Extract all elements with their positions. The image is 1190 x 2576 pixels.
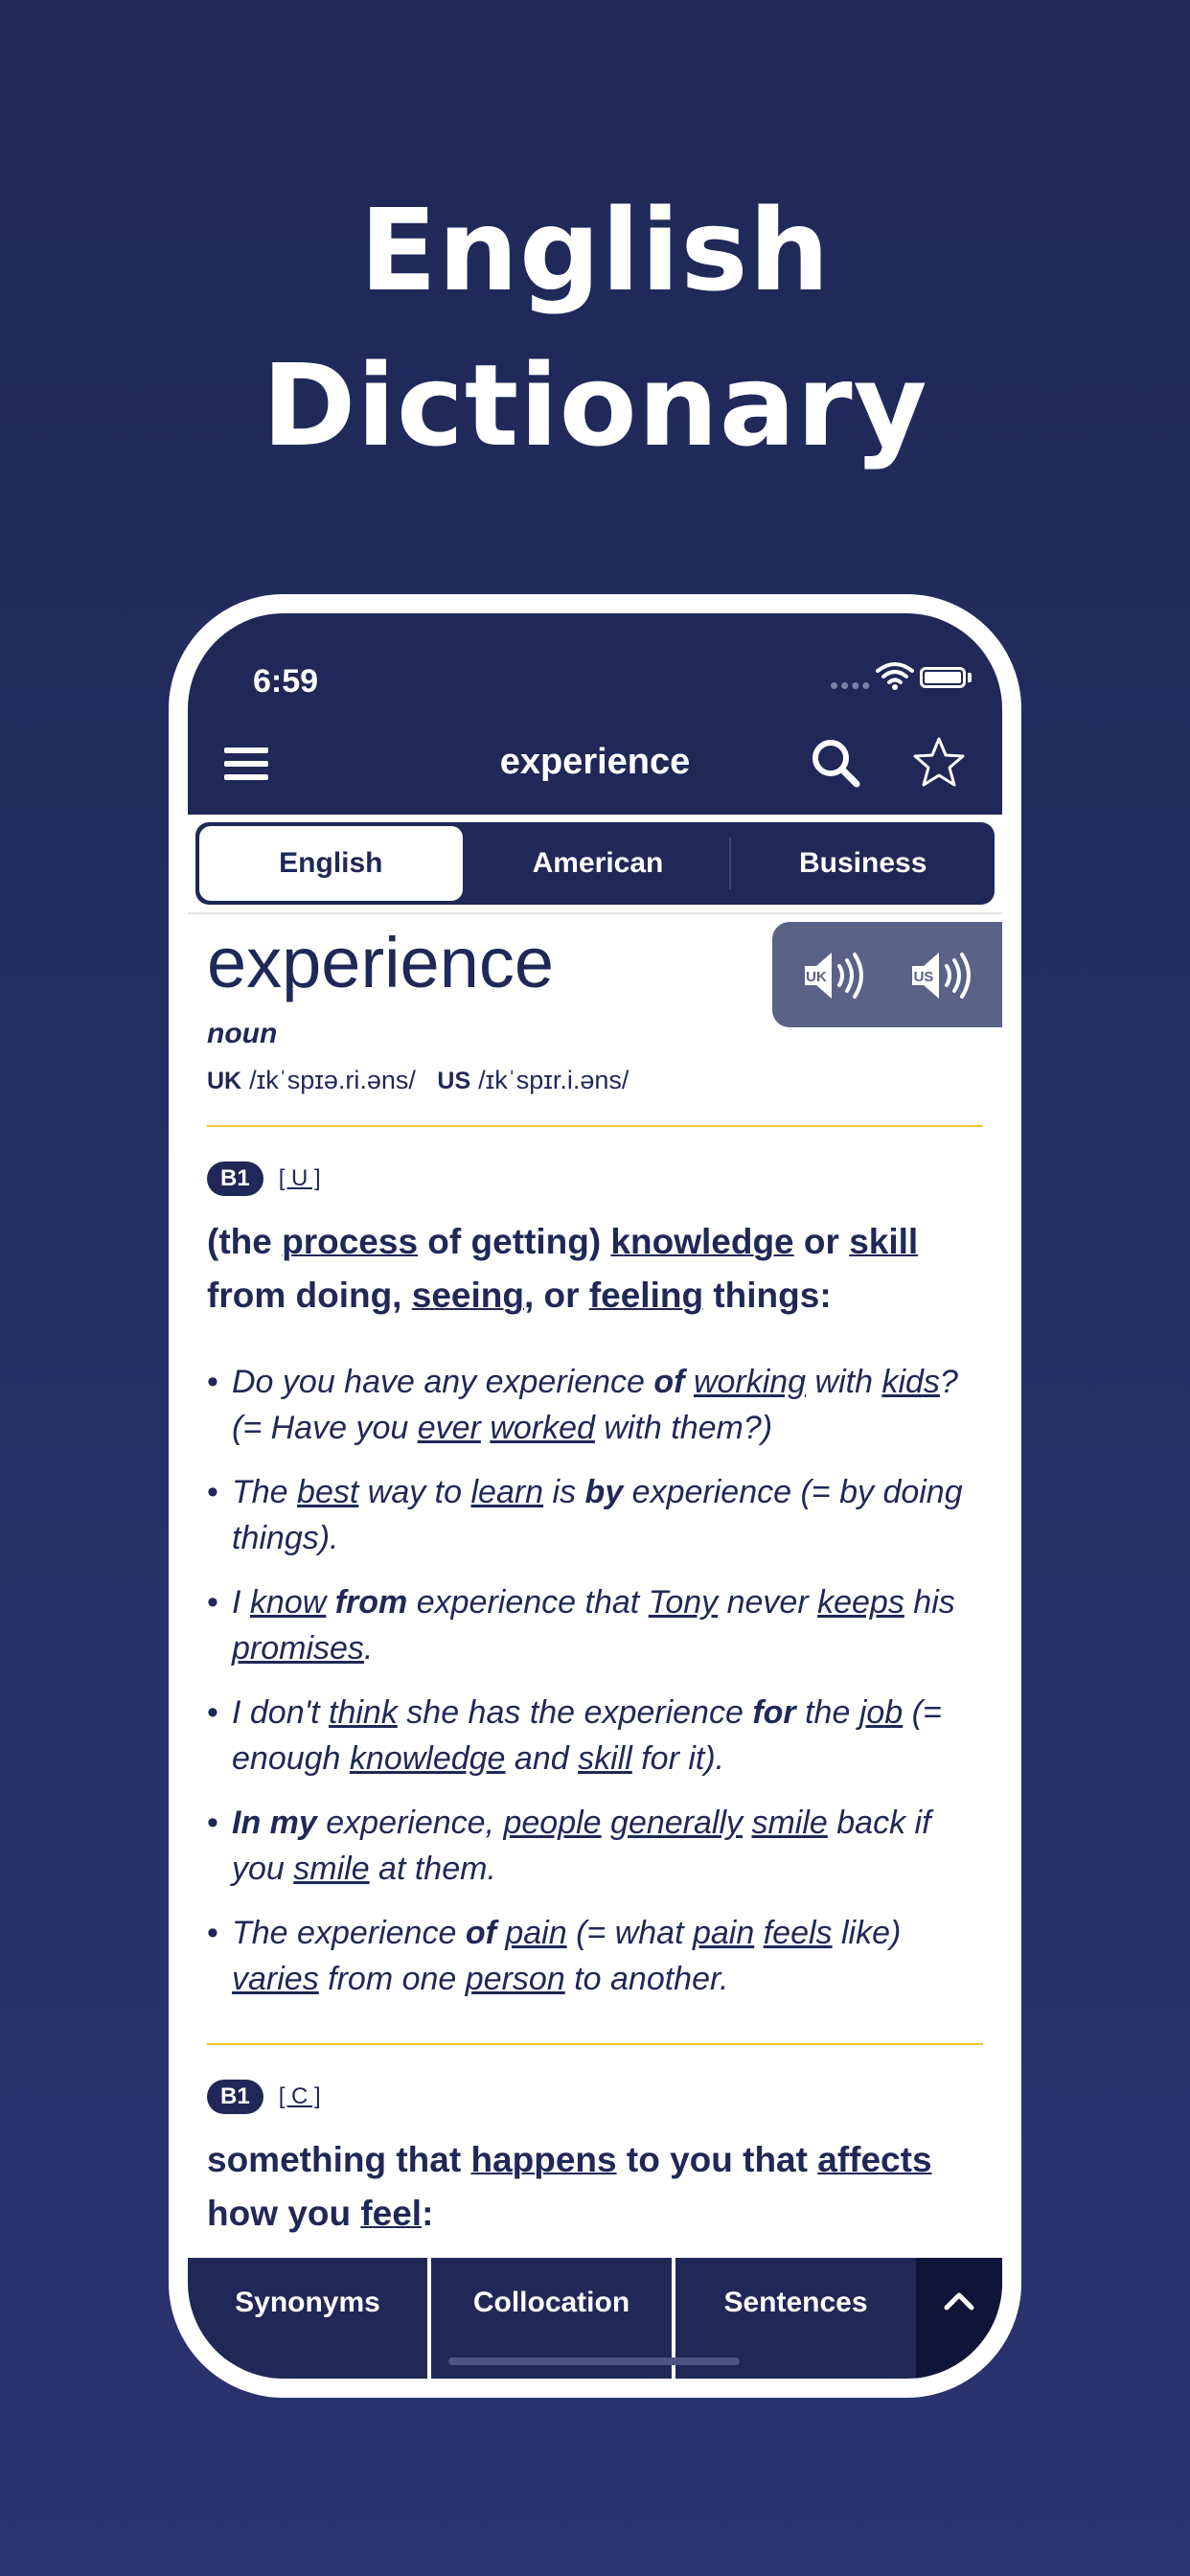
level-badge: B1: [207, 1162, 263, 1196]
uk-ipa: /ɪkˈspɪə.ri.əns/: [249, 1066, 416, 1094]
dictionary-tabs: English American Business: [195, 822, 995, 905]
tab-business[interactable]: Business: [731, 822, 995, 905]
example-item: I don't think she has the experience for…: [207, 1690, 983, 1782]
speaker-us-label: US: [914, 969, 934, 985]
example-item: The best way to learn is by experience (…: [207, 1469, 983, 1561]
speaker-us-icon[interactable]: US: [908, 949, 975, 1002]
nav-title: experience: [499, 742, 691, 782]
hero-title: English Dictionary: [0, 172, 1190, 483]
speaker-uk-label: UK: [806, 969, 827, 985]
synonyms-button[interactable]: Synonyms: [188, 2258, 427, 2379]
example-item: The experience of pain (= what pain feel…: [207, 1910, 983, 2002]
example-item: I know from experience that Tony never k…: [207, 1579, 983, 1671]
grammar-label[interactable]: [ C ]: [279, 2083, 321, 2110]
grammar-label[interactable]: [ U ]: [279, 1165, 321, 1192]
hero-title-line2: Dictionary: [262, 339, 928, 472]
signal-icon: ••••: [830, 671, 873, 700]
status-bar: 6:59 ••••: [188, 613, 1002, 719]
part-of-speech: noun: [207, 1018, 278, 1049]
battery-tip: [968, 673, 972, 682]
headword: experience: [207, 923, 555, 1002]
search-icon[interactable]: [809, 736, 862, 790]
audio-panel: UK US: [772, 922, 1002, 1027]
phone-frame: 6:59 •••• experience English American Bu…: [169, 594, 1021, 2398]
home-indicator: [448, 2358, 740, 2365]
hero-title-line1: English: [359, 184, 831, 316]
scroll-up-button[interactable]: [916, 2258, 1002, 2379]
sense-1-header: B1 [ U ]: [207, 1162, 321, 1196]
menu-icon[interactable]: [224, 748, 268, 786]
pronunciation: UK/ɪkˈspɪə.ri.əns/ US/ɪkˈspɪr.i.əns/: [207, 1066, 629, 1095]
us-ipa: /ɪkˈspɪr.i.əns/: [478, 1066, 629, 1094]
phone-screen: 6:59 •••• experience English American Bu…: [188, 613, 1002, 2379]
section-divider: [207, 2043, 983, 2045]
nav-bar: experience: [188, 719, 1002, 815]
level-badge: B1: [207, 2080, 263, 2114]
sense-2-header: B1 [ C ]: [207, 2080, 321, 2114]
sense-2-definition: something that happens to you that affec…: [207, 2140, 932, 2233]
status-time: 6:59: [253, 663, 319, 700]
sense-1-definition: (the process of getting) knowledge or sk…: [207, 1222, 919, 1315]
us-label: US: [437, 1068, 471, 1094]
wifi-icon: [876, 662, 914, 690]
divider: [188, 912, 1002, 914]
battery-icon: [920, 667, 966, 688]
star-icon[interactable]: [910, 734, 968, 792]
uk-label: UK: [207, 1068, 242, 1094]
example-item: In my experience, people generally smile…: [207, 1800, 983, 1892]
speaker-uk-icon[interactable]: UK: [801, 949, 868, 1002]
example-item: Do you have any experience of working wi…: [207, 1359, 983, 1451]
chevron-up-icon: [944, 2292, 974, 2311]
tab-english[interactable]: English: [199, 826, 463, 901]
sense-1-examples: Do you have any experience of working wi…: [207, 1359, 983, 2020]
section-divider: [207, 1125, 983, 1127]
tab-american[interactable]: American: [467, 822, 730, 905]
